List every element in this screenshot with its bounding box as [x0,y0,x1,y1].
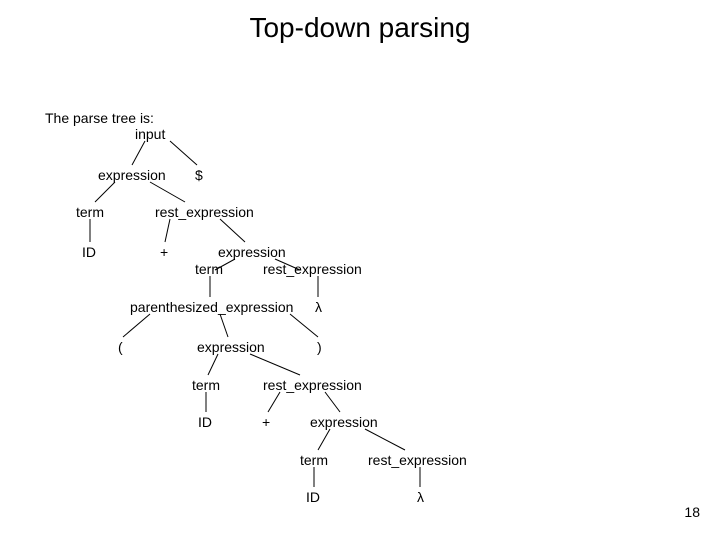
node-paren-expr: parenthesized_expression [130,300,293,314]
node-expression-3: expression [197,340,265,354]
node-input: input [135,127,165,141]
node-rest-expression-1: rest_expression [155,205,254,219]
node-term-4: term [300,453,328,467]
caption-line-1: The parse tree is: [45,110,154,126]
node-rparen: ) [317,340,322,354]
node-dollar: $ [195,168,203,182]
node-rest-expression-2: rest_expression [263,262,362,276]
slide-title: Top-down parsing [0,12,720,44]
node-lambda-1: λ [315,300,322,314]
node-plus-1: + [160,245,168,259]
node-rest-expression-3: rest_expression [263,378,362,392]
node-term-1: term [76,205,104,219]
node-rest-expression-4: rest_expression [368,453,467,467]
page-number: 18 [684,504,700,520]
node-lambda-2: λ [417,490,424,504]
node-expression-1: expression [98,168,166,182]
node-plus-2: + [262,415,270,429]
node-term-3: term [192,378,220,392]
node-expression-2: expression [218,245,286,259]
node-lparen: ( [118,340,123,354]
node-expression-4: expression [310,415,378,429]
node-id-1: ID [82,245,96,259]
node-id-2: ID [198,415,212,429]
node-term-2: term [195,262,223,276]
node-id-3: ID [306,490,320,504]
